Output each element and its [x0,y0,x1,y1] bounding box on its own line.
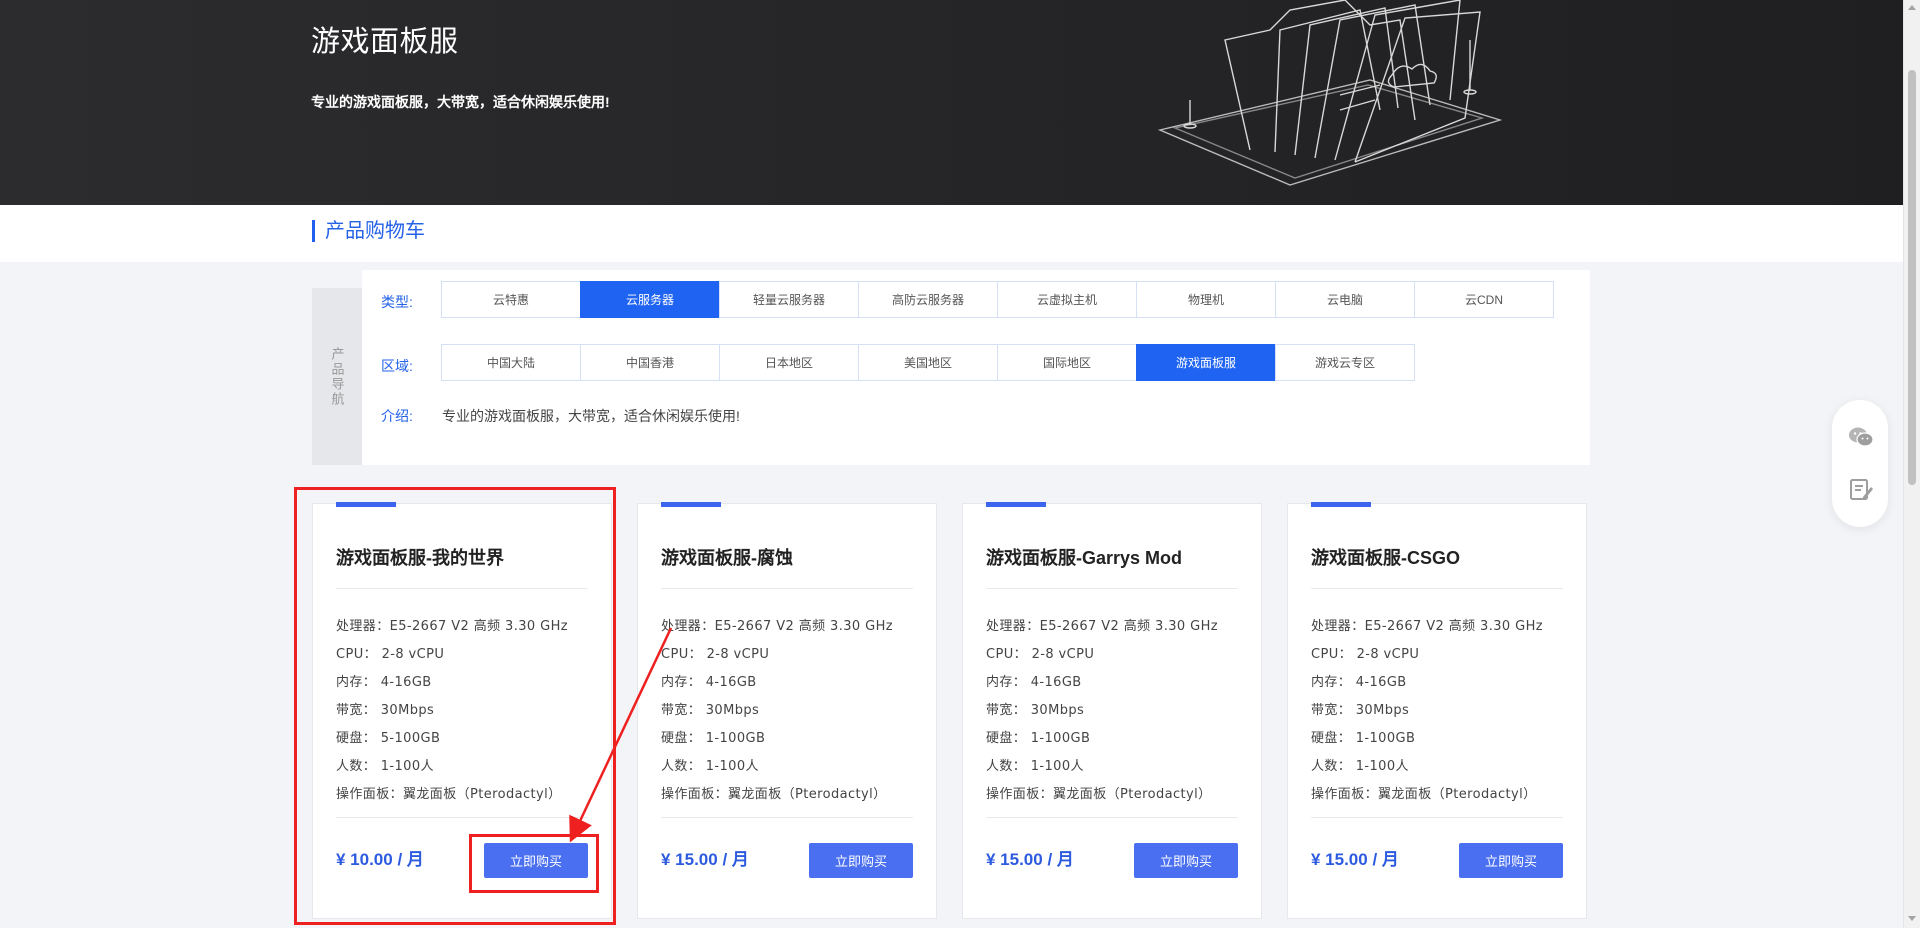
product-nav-sidebar: 产品导航 [312,288,362,465]
type-option[interactable]: 云特惠 [441,281,581,318]
hero-banner: 游戏面板服 专业的游戏面板服，大带宽，适合休闲娱乐使用! [0,0,1903,205]
type-option[interactable]: 高防云服务器 [858,281,998,318]
type-option[interactable]: 云虚拟主机 [997,281,1137,318]
spec-line: 操作面板：翼龙面板（Pterodactyl） [1311,787,1537,802]
region-options: 中国大陆 中国香港 日本地区 美国地区 国际地区 游戏面板服 游戏云专区 [441,344,1415,381]
price: ¥ 10.00 / 月 [336,850,424,869]
spec-line: 内存： 4-16GB [1311,675,1407,690]
card-accent-tab [1311,502,1371,507]
divider [1311,588,1563,589]
spec-line: 带宽： 30Mbps [986,703,1085,718]
spec-line: 带宽： 30Mbps [661,703,760,718]
spec-line: 操作面板：翼龙面板（Pterodactyl） [661,787,887,802]
intro-label: 介绍: [381,408,413,424]
card-accent-tab [336,502,396,507]
spec-line: 处理器：E5-2667 V2 高频 3.30 GHz [1311,619,1543,634]
spec-line: 操作面板：翼龙面板（Pterodactyl） [986,787,1212,802]
type-option[interactable]: 轻量云服务器 [719,281,859,318]
spec-line: 人数： 1-100人 [986,759,1084,774]
spec-line: 人数： 1-100人 [661,759,759,774]
product-title: 游戏面板服-我的世界 [336,548,504,568]
spec-line: CPU： 2-8 vCPU [336,647,445,662]
spec-line: 硬盘： 1-100GB [661,731,766,746]
region-label: 区域: [381,358,413,374]
type-option[interactable]: 云电脑 [1275,281,1415,318]
spec-line: 硬盘： 5-100GB [336,731,441,746]
region-option[interactable]: 游戏面板服 [1136,344,1276,381]
divider [986,588,1238,589]
buy-now-button[interactable]: 立即购买 [1134,843,1238,878]
wechat-icon[interactable] [1848,424,1874,450]
spec-line: 内存： 4-16GB [986,675,1082,690]
buy-now-button[interactable]: 立即购买 [484,843,588,878]
divider [336,817,588,818]
buy-now-button[interactable]: 立即购买 [1459,843,1563,878]
divider [336,588,588,589]
spec-line: CPU： 2-8 vCPU [1311,647,1420,662]
region-option[interactable]: 中国香港 [580,344,720,381]
spec-line: 处理器：E5-2667 V2 高频 3.30 GHz [336,619,568,634]
floating-contact-bar [1832,400,1888,527]
divider [1311,817,1563,818]
spec-line: 带宽： 30Mbps [336,703,435,718]
product-card: 游戏面板服-Garrys Mod 处理器：E5-2667 V2 高频 3.30 G… [962,502,1262,919]
spec-line: 人数： 1-100人 [1311,759,1409,774]
buy-now-button[interactable]: 立即购买 [809,843,913,878]
product-card: 游戏面板服-CSGO 处理器：E5-2667 V2 高频 3.30 GHz CPU：… [1287,502,1587,919]
scroll-up-arrow[interactable] [1908,5,1916,10]
type-option[interactable]: 物理机 [1136,281,1276,318]
spec-line: CPU： 2-8 vCPU [661,647,770,662]
spec-line: 人数： 1-100人 [336,759,434,774]
banner-title: 游戏面板服 [311,26,459,58]
region-option[interactable]: 中国大陆 [441,344,581,381]
region-option[interactable]: 美国地区 [858,344,998,381]
region-option[interactable]: 国际地区 [997,344,1137,381]
folder-illustration [1157,0,1503,186]
product-title: 游戏面板服-腐蚀 [661,548,793,568]
spec-line: CPU： 2-8 vCPU [986,647,1095,662]
divider [661,588,913,589]
scroll-thumb[interactable] [1908,70,1916,485]
spec-line: 处理器：E5-2667 V2 高频 3.30 GHz [986,619,1218,634]
type-option[interactable]: 云服务器 [580,281,720,318]
spec-line: 内存： 4-16GB [336,675,432,690]
section-title: 产品购物车 [312,220,425,242]
card-accent-tab [986,502,1046,507]
scroll-down-arrow[interactable] [1908,916,1916,921]
spec-line: 硬盘： 1-100GB [986,731,1091,746]
notes-icon[interactable] [1848,476,1874,502]
type-option[interactable]: 云CDN [1414,281,1554,318]
spec-line: 硬盘： 1-100GB [1311,731,1416,746]
product-title: 游戏面板服-Garrys Mod [986,548,1183,568]
divider [661,817,913,818]
price: ¥ 15.00 / 月 [661,850,749,869]
product-title: 游戏面板服-CSGO [1311,548,1461,568]
product-card: 游戏面板服-腐蚀处理器：E5-2667 V2 高频 3.30 GHz CPU： 2… [637,502,937,919]
spec-line: 操作面板：翼龙面板（Pterodactyl） [336,787,562,802]
intro-text: 专业的游戏面板服，大带宽，适合休闲娱乐使用! [442,408,740,424]
price: ¥ 15.00 / 月 [1311,850,1399,869]
type-options: 云特惠 云服务器 轻量云服务器 高防云服务器 云虚拟主机 物理机 云电脑 云CDN [441,281,1554,318]
spec-line: 内存： 4-16GB [661,675,757,690]
region-option[interactable]: 游戏云专区 [1275,344,1415,381]
section-header-bar [0,205,1903,262]
banner-subtitle: 专业的游戏面板服，大带宽，适合休闲娱乐使用! [311,94,610,110]
price: ¥ 15.00 / 月 [986,850,1074,869]
spec-line: 处理器：E5-2667 V2 高频 3.30 GHz [661,619,893,634]
type-label: 类型: [381,294,413,310]
product-card: 游戏面板服-我的世界处理器：E5-2667 V2 高频 3.30 GHz CPU：… [312,502,612,919]
card-accent-tab [661,502,721,507]
page-scrollbar[interactable] [1903,0,1920,928]
region-option[interactable]: 日本地区 [719,344,859,381]
divider [986,817,1238,818]
spec-line: 带宽： 30Mbps [1311,703,1410,718]
